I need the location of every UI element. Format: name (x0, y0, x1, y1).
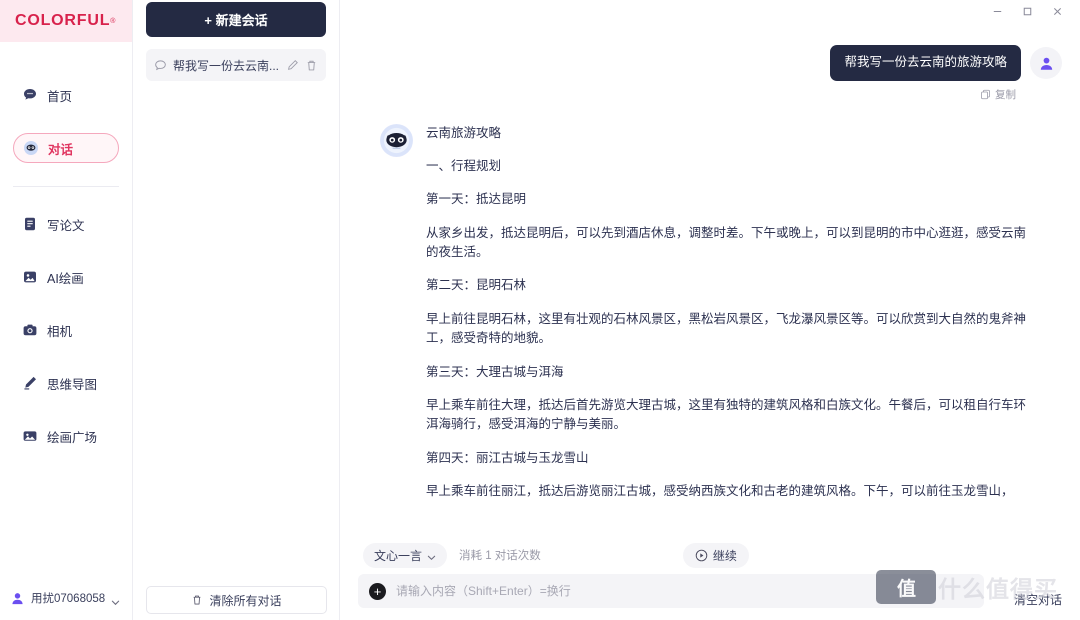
sidebar-item-gallery[interactable]: 绘画广场 (13, 421, 119, 451)
bot-paragraph: 第四天：丽江古城与玉龙雪山 (426, 450, 589, 465)
chat-scroll-region[interactable]: 帮我写一份去云南的旅游攻略 复制 云南旅游攻略 一、行程规划 第一天：抵达昆明 … (340, 22, 1080, 536)
brand-logo: COLORFUL ® (0, 0, 132, 42)
maximize-button[interactable] (1012, 1, 1042, 21)
sidebar-item-label: AI绘画 (47, 271, 84, 286)
sidebar-item-write-paper[interactable]: 写论文 (13, 209, 119, 239)
main-chat-area: 帮我写一份去云南的旅游攻略 复制 云南旅游攻略 一、行程规划 第一天：抵达昆明 … (340, 0, 1080, 620)
sidebar-item-label: 首页 (47, 89, 73, 104)
sidebar-item-label: 对话 (48, 142, 74, 157)
bot-paragraph: 一、行程规划 (426, 158, 502, 173)
sidebar-item-label: 思维导图 (47, 377, 98, 392)
clear-conversation-button[interactable]: 清空对话 (1014, 591, 1062, 608)
minimize-button[interactable] (982, 1, 1012, 21)
clear-all-label: 清除所有对话 (209, 593, 282, 608)
user-account-row[interactable]: 用扰07068058 (0, 590, 133, 606)
app-window: COLORFUL ® 首页 对话 写论文 AI绘画 相机 思维导图 绘画广场 用… (0, 0, 1080, 620)
image-icon (22, 269, 38, 285)
new-conversation-button[interactable]: + 新建会话 (146, 2, 326, 37)
chat-toolbar: 文心一言 消耗 1 对话次数 继续 (358, 536, 1062, 574)
left-navigation: COLORFUL ® 首页 对话 写论文 AI绘画 相机 思维导图 绘画广场 用… (0, 0, 133, 620)
avatar (1030, 47, 1062, 79)
trash-icon (191, 594, 203, 606)
chat-footer: 文心一言 消耗 1 对话次数 继续 + 清空对话 (340, 536, 1080, 620)
sidebar-item-camera[interactable]: 相机 (13, 315, 119, 345)
camera-icon (22, 322, 38, 338)
model-label: 文心一言 (374, 548, 423, 563)
bot-message-content: 云南旅游攻略 一、行程规划 第一天：抵达昆明 从家乡出发，抵达昆明后，可以先到酒… (426, 124, 1038, 502)
bot-paragraph: 第二天：昆明石林 (426, 278, 527, 293)
bot-paragraph: 早上前往昆明石林，这里有壮观的石林风景区，黑松岩风景区，飞龙瀑风景区等。可以欣赏… (426, 311, 1027, 346)
sidebar-item-mindmap[interactable]: 思维导图 (13, 368, 119, 398)
bot-message-row: 云南旅游攻略 一、行程规划 第一天：抵达昆明 从家乡出发，抵达昆明后，可以先到酒… (380, 123, 1062, 502)
user-name-label: 用扰07068058 (31, 593, 106, 605)
nav-divider (13, 186, 119, 187)
window-titlebar (340, 0, 1080, 22)
conversation-list-panel: + 新建会话 帮我写一份去云南... 清除所有对话 (133, 0, 340, 620)
gallery-icon (22, 428, 38, 444)
user-message-bubble: 帮我写一份去云南的旅游攻略 (830, 45, 1021, 81)
bot-paragraph: 第三天：大理古城与洱海 (426, 364, 564, 379)
clear-all-conversations-button[interactable]: 清除所有对话 (146, 586, 327, 614)
chevron-down-icon[interactable] (111, 594, 120, 605)
pencil-icon[interactable] (286, 59, 299, 72)
pencil-icon (22, 375, 38, 391)
user-message-row: 帮我写一份去云南的旅游攻略 (380, 45, 1062, 81)
model-selector[interactable]: 文心一言 (363, 542, 448, 568)
copy-message-button[interactable]: 复制 (380, 87, 1062, 102)
sidebar-item-chat[interactable]: 对话 (13, 133, 119, 163)
bot-paragraph: 早上乘车前往丽江，抵达后游览丽江古城，感受纳西族文化和古老的建筑风格。下午，可以… (426, 484, 1014, 498)
message-input-bar[interactable]: + (358, 574, 984, 608)
bot-paragraph: 早上乘车前往大理，抵达后首先游览大理古城，这里有独特的建筑风格和白族文化。午餐后… (426, 397, 1027, 432)
person-icon (10, 591, 25, 606)
brand-name: COLORFUL (15, 12, 111, 29)
conversation-list-item[interactable]: 帮我写一份去云南... (146, 49, 326, 81)
consumption-label: 消耗 1 对话次数 (459, 550, 541, 562)
chat-bubble-icon (154, 59, 167, 72)
close-button[interactable] (1042, 1, 1072, 21)
plus-icon[interactable]: + (369, 582, 386, 600)
bot-paragraph: 从家乡出发，抵达昆明后，可以先到酒店休息，调整时差。下午或晚上，可以到昆明的市中… (426, 225, 1027, 259)
play-circle-icon (695, 549, 708, 562)
conversation-title: 帮我写一份去云南... (173, 58, 280, 73)
bot-paragraph: 云南旅游攻略 (426, 125, 502, 140)
chevron-down-icon (427, 551, 436, 560)
sidebar-item-home[interactable]: 首页 (13, 80, 119, 110)
document-icon (22, 216, 38, 232)
sidebar-item-label: 绘画广场 (47, 430, 98, 445)
copy-icon (980, 89, 991, 100)
trash-icon[interactable] (305, 59, 318, 72)
continue-label: 继续 (712, 548, 737, 563)
robot-icon (23, 140, 39, 156)
avatar (380, 123, 413, 157)
chat-bubble-icon (22, 87, 38, 103)
copy-label: 复制 (995, 88, 1016, 101)
continue-button[interactable]: 继续 (682, 542, 749, 568)
sidebar-item-ai-drawing[interactable]: AI绘画 (13, 262, 119, 292)
registered-mark-icon: ® (110, 17, 116, 25)
clear-conversation-label: 清空对话 (1013, 593, 1062, 607)
bot-paragraph: 第一天：抵达昆明 (426, 192, 527, 207)
nav-list: 首页 对话 写论文 AI绘画 相机 思维导图 绘画广场 (0, 42, 132, 474)
sidebar-item-label: 写论文 (47, 218, 85, 233)
message-input[interactable] (396, 584, 973, 598)
sidebar-item-label: 相机 (47, 324, 73, 339)
